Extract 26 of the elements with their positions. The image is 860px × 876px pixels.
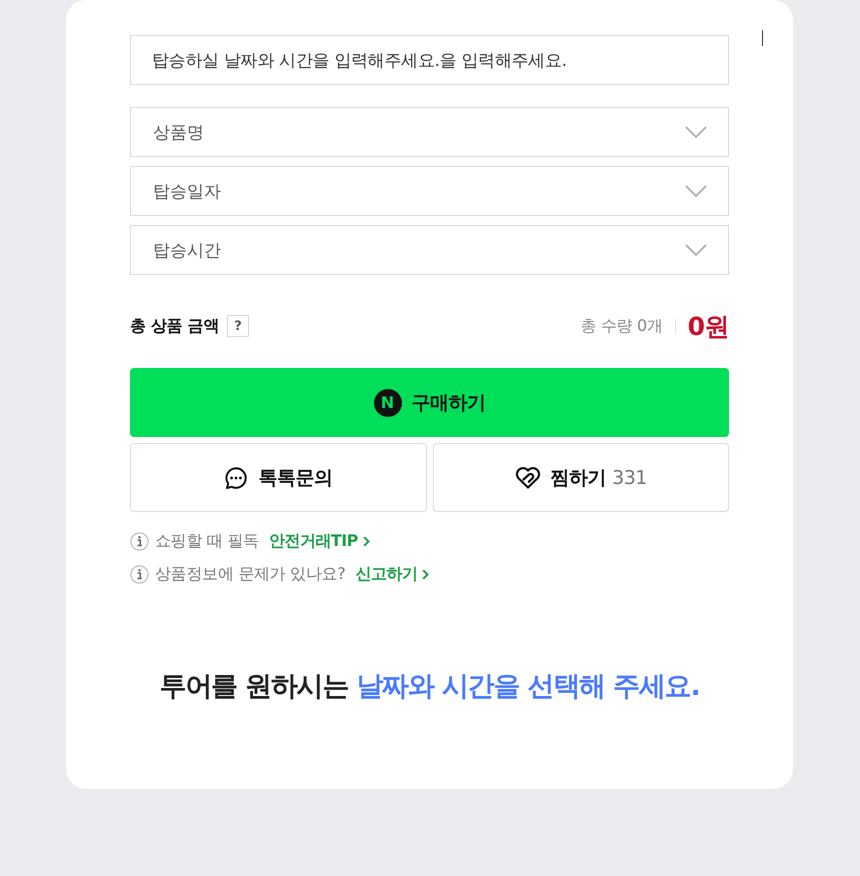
talk-inquiry-button[interactable]: 톡톡문의 (130, 443, 426, 512)
prompt-highlight-text: 날짜와 시간을 선택해 주세요. (356, 670, 700, 704)
help-button[interactable]: ? (227, 315, 250, 337)
speech-bubble-icon (224, 466, 248, 490)
total-label: 총 상품 금액 (130, 316, 220, 336)
chevron-down-icon (685, 126, 707, 138)
info-icon (130, 532, 149, 550)
logo-mark: N (374, 388, 402, 416)
input-field[interactable]: 탑승하실 날짜와 시간을 입력해주세요.을 입력해주세요. (130, 35, 729, 85)
dropdown-select[interactable]: 탑승시간 (130, 225, 729, 275)
chevron-down-icon (685, 185, 707, 197)
text-cursor-icon (762, 30, 763, 46)
quantity-text: 총 수량 0개 (580, 316, 663, 336)
total-price: 0원 (688, 310, 729, 342)
heart-icon (514, 466, 541, 488)
chevron-right-icon (362, 536, 370, 546)
notice-text: 상품정보에 문제가 있나요? (155, 564, 346, 584)
dropdown-select[interactable]: 탑승일자 (130, 166, 729, 216)
prompt-text: 투어를 원하시는 (159, 670, 348, 704)
buy-button[interactable]: N 구매하기 (130, 368, 729, 437)
info-icon (130, 564, 149, 584)
dropdown-select[interactable]: 상품명 (130, 107, 729, 157)
chevron-down-icon (685, 244, 707, 256)
notice-text: 쇼핑할 때 필독 (155, 530, 259, 552)
chevron-right-icon (422, 568, 430, 580)
wishlist-button[interactable]: 찜하기 331 (432, 443, 729, 512)
